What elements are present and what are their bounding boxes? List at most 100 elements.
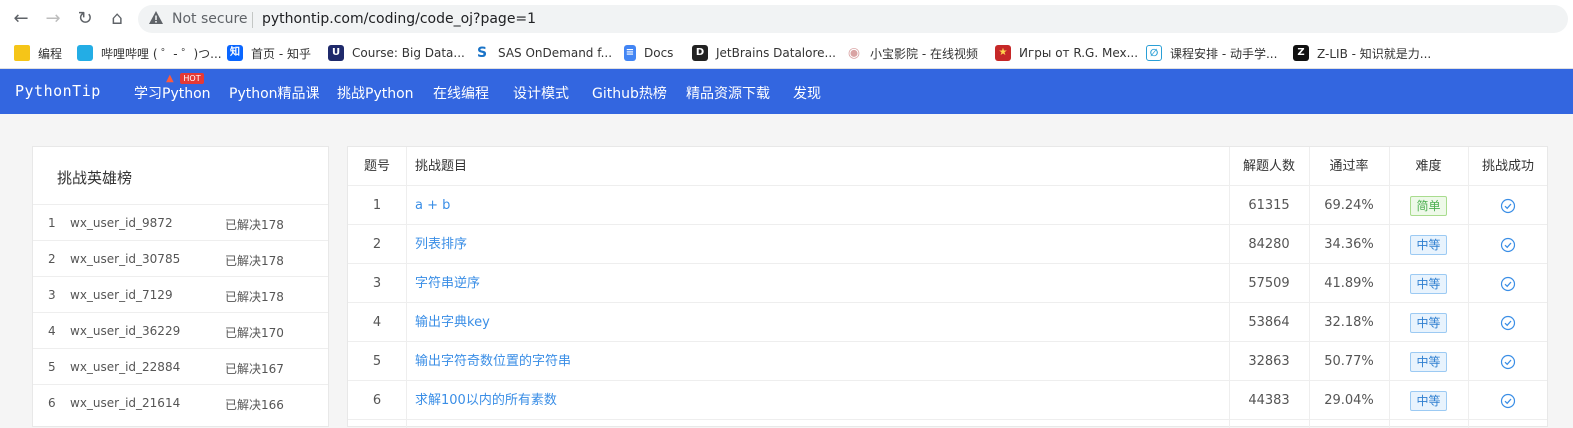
- header-title: 挑战题目: [415, 159, 468, 174]
- leader-username[interactable]: wx_user_id_21614: [70, 396, 180, 410]
- table-row: 6 求解100以内的所有素数 44383 29.04% 中等: [348, 381, 1547, 420]
- success-cell: [1468, 264, 1548, 303]
- bookmark-jetbrains-datalore[interactable]: D JetBrains Datalore...: [692, 43, 836, 63]
- bookmark-label: 小宝影院 - 在线视频: [870, 46, 978, 61]
- leader-rank: 5: [48, 360, 56, 374]
- header-success: 挑战成功: [1481, 159, 1534, 174]
- nav-challenge-python[interactable]: 挑战Python: [337, 83, 414, 103]
- security-label: Not secure: [172, 11, 248, 27]
- problem-table: 题号 挑战题目 解题人数 通过率 难度 挑战成功 1 a + b 61315 6…: [347, 146, 1548, 428]
- leader-rank: 4: [48, 324, 56, 338]
- home-icon[interactable]: ⌂: [104, 6, 130, 32]
- nav-python-courses[interactable]: Python精品课: [229, 83, 320, 103]
- leaderboard-title: 挑战英雄榜: [57, 169, 133, 187]
- header-solvers: 解题人数: [1242, 159, 1295, 174]
- difficulty-cell: 中等: [1389, 225, 1468, 264]
- problem-title-link[interactable]: 输出字典key: [415, 303, 490, 342]
- site-logo[interactable]: PythonTip: [15, 82, 101, 100]
- check-circle-icon: [1500, 276, 1516, 291]
- address-divider: [252, 12, 253, 28]
- bookmark-label: 首页 - 知乎: [251, 46, 311, 61]
- zhihu-icon: 知: [227, 45, 243, 61]
- bookmark-folder-programming[interactable]: 编程: [14, 43, 62, 63]
- difficulty-badge: 中等: [1410, 273, 1447, 294]
- bilibili-icon: [77, 45, 93, 61]
- pass-rate: 41.89%: [1324, 276, 1374, 291]
- leader-solved-count: 已解决170: [225, 326, 284, 340]
- success-cell: [1468, 303, 1548, 342]
- difficulty-badge: 中等: [1410, 390, 1447, 411]
- leaderboard-row: 6 wx_user_id_21614 已解决166: [33, 384, 328, 420]
- nav-online-coding[interactable]: 在线编程: [433, 83, 489, 103]
- header-difficulty: 难度: [1415, 159, 1442, 174]
- datalore-icon: D: [692, 45, 708, 61]
- leader-solved-count: 已解决178: [225, 218, 284, 232]
- leaderboard-row: 5 wx_user_id_22884 已解决167: [33, 348, 328, 384]
- site-navbar: PythonTip 学习Python Python精品课 挑战Python 在线…: [0, 69, 1573, 114]
- bookmark-bilibili[interactable]: 哔哩哔哩 ( ゜- ゜)つ...: [77, 43, 222, 63]
- leader-solved-count: 已解决166: [225, 398, 284, 412]
- solver-count: 44383: [1248, 393, 1290, 408]
- problem-number: 6: [372, 393, 382, 408]
- pass-rate: 50.77%: [1324, 354, 1374, 369]
- table-row: 5 输出字符奇数位置的字符串 32863 50.77% 中等: [348, 342, 1547, 381]
- pass-rate: 32.18%: [1324, 315, 1374, 330]
- problem-title-link[interactable]: a + b: [415, 186, 450, 225]
- back-arrow-icon[interactable]: ←: [8, 6, 34, 32]
- address-bar[interactable]: Not secure pythontip.com/coding/code_oj?…: [138, 5, 1568, 33]
- bookmark-label: 哔哩哔哩 ( ゜- ゜)つ...: [101, 46, 222, 61]
- bookmark-label: Course: Big Data...: [352, 46, 465, 60]
- bookmark-course-big-data[interactable]: U Course: Big Data...: [328, 43, 465, 63]
- problem-title-link[interactable]: 字符串逆序: [415, 264, 480, 303]
- leader-username[interactable]: wx_user_id_36229: [70, 324, 180, 338]
- header-pass-rate: 通过率: [1329, 159, 1369, 174]
- difficulty-cell: 中等: [1389, 342, 1468, 381]
- check-circle-icon: [1500, 198, 1516, 213]
- problem-title-link[interactable]: 求解100以内的所有素数: [415, 381, 557, 420]
- bookmark-rg-mechanics[interactable]: ★ Игры от R.G. Mex...: [995, 43, 1138, 63]
- nav-design-patterns[interactable]: 设计模式: [513, 83, 569, 103]
- leader-rank: 6: [48, 396, 56, 410]
- nav-github-trending[interactable]: Github热榜: [592, 83, 667, 103]
- nav-resources-download[interactable]: 精品资源下载: [686, 83, 770, 103]
- bookmark-xiaobao-cinema[interactable]: ◉ 小宝影院 - 在线视频: [846, 43, 978, 63]
- table-row: 2 列表排序 84280 34.36% 中等: [348, 225, 1547, 264]
- leader-username[interactable]: wx_user_id_7129: [70, 288, 173, 302]
- leaderboard-row: 3 wx_user_id_7129 已解决178: [33, 276, 328, 312]
- bookmark-label: SAS OnDemand f...: [498, 46, 613, 60]
- problem-title-link[interactable]: 列表排序: [415, 225, 467, 264]
- leader-username[interactable]: wx_user_id_9872: [70, 216, 173, 230]
- table-row: 4 输出字典key 53864 32.18% 中等: [348, 303, 1547, 342]
- bookmark-zhihu[interactable]: 知首页 - 知乎: [227, 43, 311, 63]
- solver-count: 84280: [1248, 237, 1290, 252]
- flame-icon: ▲: [166, 73, 174, 84]
- bookmarks-bar: 编程 哔哩哔哩 ( ゜- ゜)つ... 知首页 - 知乎 U Course: Bi…: [0, 38, 1573, 69]
- difficulty-badge: 中等: [1410, 351, 1447, 372]
- table-header: 题号 挑战题目 解题人数 通过率 难度 挑战成功: [348, 147, 1547, 186]
- problem-title-link[interactable]: 输出字符奇数位置的字符串: [415, 342, 571, 381]
- forward-arrow-icon[interactable]: →: [40, 6, 66, 32]
- nav-learn-python[interactable]: 学习Python: [134, 83, 211, 103]
- bookmark-d2l-course[interactable]: ∅ 课程安排 - 动手学...: [1146, 43, 1277, 63]
- leader-username[interactable]: wx_user_id_22884: [70, 360, 180, 374]
- success-cell: [1468, 381, 1548, 420]
- reload-icon[interactable]: ↻: [72, 6, 98, 32]
- success-cell: [1468, 186, 1548, 225]
- bookmark-sas-ondemand[interactable]: S SAS OnDemand f...: [474, 43, 612, 63]
- leader-rank: 1: [48, 216, 56, 230]
- eye-icon: ◉: [846, 45, 862, 61]
- solver-count: 57509: [1248, 276, 1290, 291]
- leaderboard-row: 2 wx_user_id_30785 已解决178: [33, 240, 328, 276]
- difficulty-cell: 中等: [1389, 303, 1468, 342]
- problem-number: 5: [372, 354, 382, 369]
- bookmark-docs[interactable]: ≡ Docs: [624, 43, 673, 63]
- pass-rate: 34.36%: [1324, 237, 1374, 252]
- bookmark-label: JetBrains Datalore...: [716, 46, 836, 60]
- leader-username[interactable]: wx_user_id_30785: [70, 252, 180, 266]
- warning-icon: [149, 11, 163, 24]
- bookmark-zlib[interactable]: Z Z-LIB - 知识就是力...: [1293, 43, 1431, 63]
- nav-discover[interactable]: 发现: [793, 83, 821, 103]
- zlib-icon: Z: [1293, 45, 1309, 61]
- url-text[interactable]: pythontip.com/coding/code_oj?page=1: [262, 11, 536, 27]
- leader-solved-count: 已解决178: [225, 254, 284, 268]
